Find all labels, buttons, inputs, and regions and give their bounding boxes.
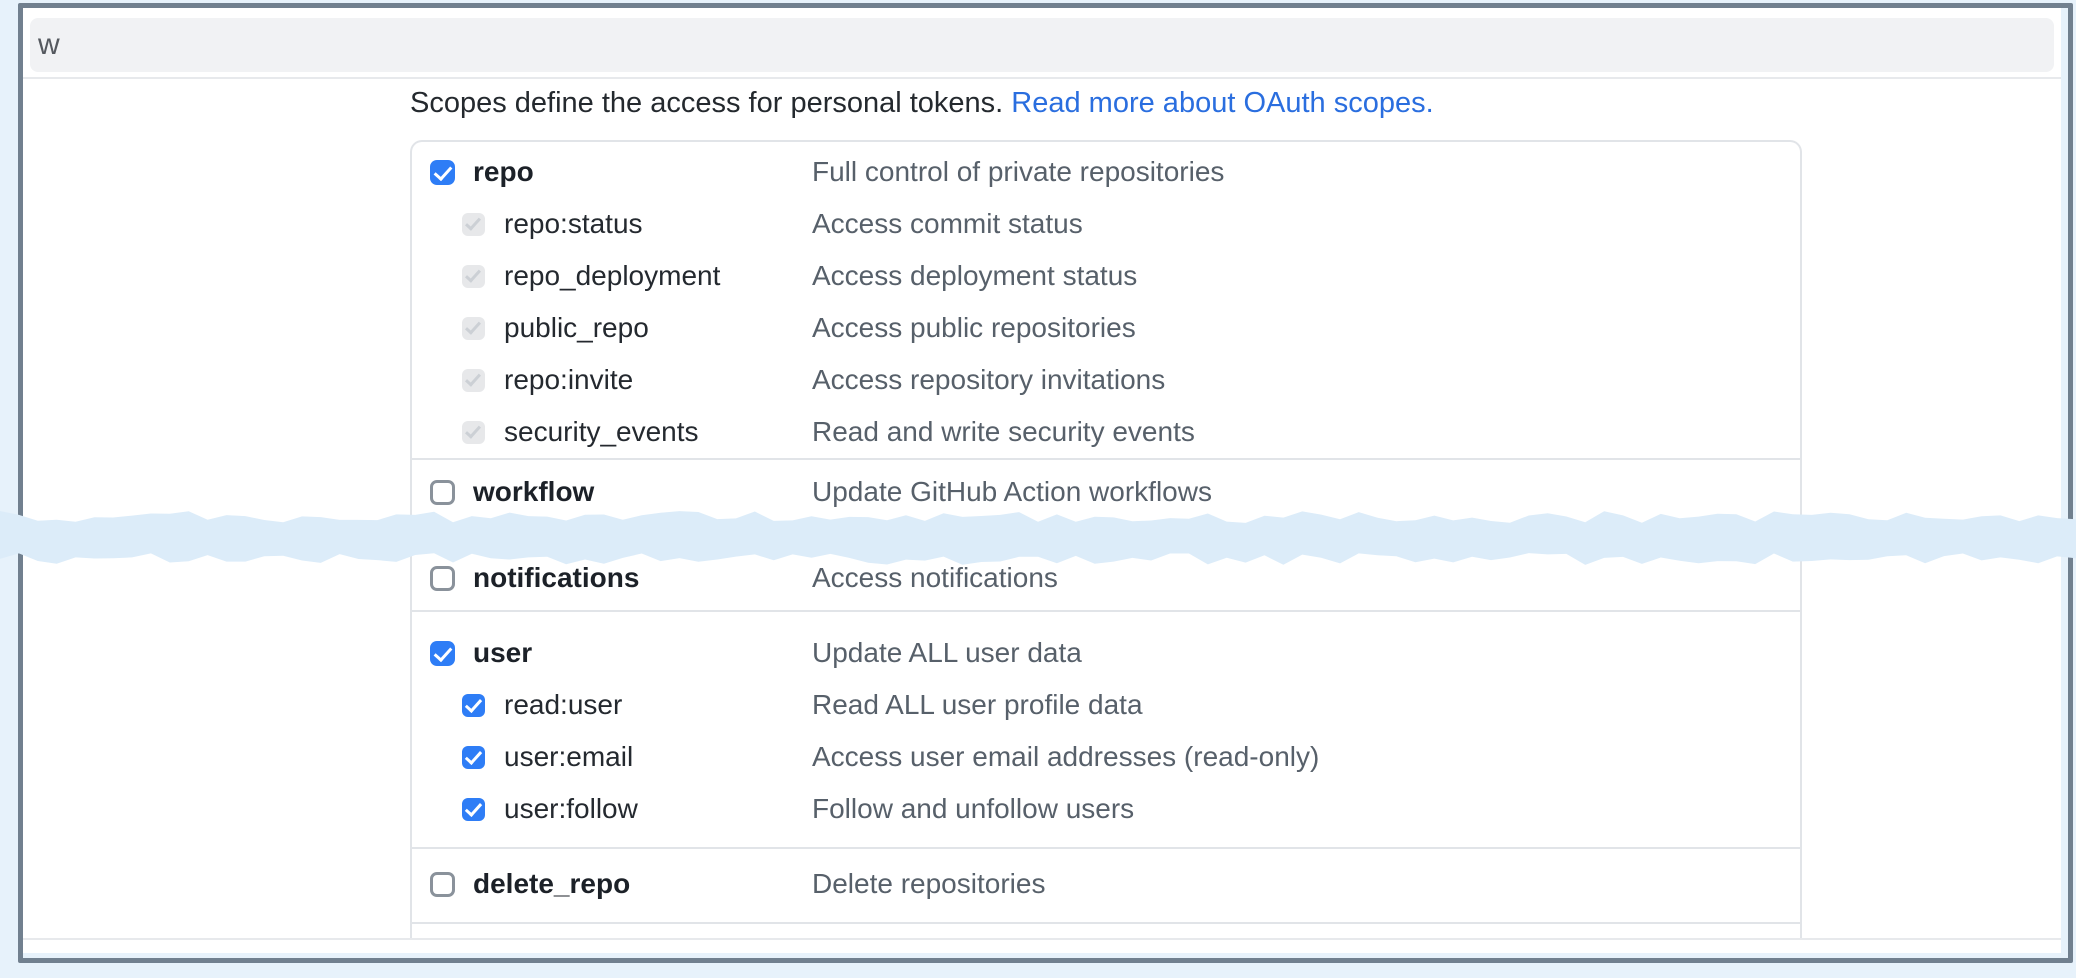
scope-description: Read ALL user profile data: [812, 689, 1143, 721]
scope-description: Access repository invitations: [812, 364, 1165, 396]
scope-description: Update ALL user data: [812, 637, 1082, 669]
scope-group-repo: repo Full control of private repositories…: [412, 142, 1800, 458]
checkbox-user[interactable]: [430, 641, 455, 666]
scope-row-workflow: workflow Update GitHub Action workflows: [412, 466, 1800, 518]
scope-row-delete_repo: delete_repo Delete repositories: [412, 858, 1800, 910]
checkbox-security_events: [462, 421, 485, 444]
scope-description: Access user email addresses (read-only): [812, 741, 1319, 773]
checkbox-repo_deployment: [462, 265, 485, 288]
scope-description: Read and write security events: [812, 416, 1195, 448]
scope-description: Delete repositories: [812, 868, 1045, 900]
scopes-hint: Scopes define the access for personal to…: [410, 84, 1434, 122]
scope-row-public_repo: public_repo Access public repositories: [412, 302, 1800, 354]
scope-row-notifications: notifications Access notifications: [412, 552, 1800, 604]
scope-label: security_events: [504, 416, 699, 448]
checkbox-delete_repo[interactable]: [430, 872, 455, 897]
scope-label: notifications: [473, 562, 639, 594]
scope-description: Full control of private repositories: [812, 156, 1224, 188]
scope-row-repo_deployment: repo_deployment Access deployment status: [412, 250, 1800, 302]
scope-description: Access public repositories: [812, 312, 1136, 344]
scope-row-read:user: read:user Read ALL user profile data: [412, 679, 1800, 731]
checkbox-repo:invite: [462, 369, 485, 392]
scope-row-user: user Update ALL user data: [412, 627, 1800, 679]
scope-label: user:follow: [504, 793, 638, 825]
scope-row-repo:status: repo:status Access commit status: [412, 198, 1800, 250]
note-input-value: w: [38, 28, 60, 62]
scope-row-repo:invite: repo:invite Access repository invitations: [412, 354, 1800, 406]
checkbox-read:user[interactable]: [462, 694, 485, 717]
scope-label: repo:status: [504, 208, 643, 240]
scope-row-repo: repo Full control of private repositories: [412, 146, 1800, 198]
scope-row-cutoff: [412, 922, 1800, 938]
browser-window: w Scopes define the access for personal …: [23, 8, 2061, 953]
content-bottom-divider: [23, 938, 2061, 940]
scope-label: delete_repo: [473, 868, 630, 900]
checkbox-user:follow[interactable]: [462, 798, 485, 821]
scope-group-notifications: notifications Access notifications: [412, 524, 1800, 610]
scope-row-user:follow: user:follow Follow and unfollow users: [412, 783, 1800, 835]
scope-group-workflow: workflow Update GitHub Action workflows: [412, 458, 1800, 524]
note-input[interactable]: w: [30, 18, 2054, 72]
scope-description: Access commit status: [812, 208, 1083, 240]
scope-group-user: user Update ALL user data read:user Read AL…: [412, 610, 1800, 847]
scope-description: Access deployment status: [812, 260, 1137, 292]
scope-row-security_events: security_events Read and write security e…: [412, 406, 1800, 458]
checkbox-public_repo: [462, 317, 485, 340]
scopes-hint-text: Scopes define the access for personal to…: [410, 87, 1011, 119]
scope-groups: repo Full control of private repositories…: [412, 142, 1800, 922]
checkbox-user:email[interactable]: [462, 746, 485, 769]
scope-label: user: [473, 637, 532, 669]
checkbox-repo[interactable]: [430, 160, 455, 185]
oauth-scopes-link[interactable]: Read more about OAuth scopes.: [1011, 87, 1433, 119]
scopes-box: repo Full control of private repositories…: [410, 140, 1802, 938]
scope-description: Update GitHub Action workflows: [812, 476, 1212, 508]
scope-description: Access notifications: [812, 562, 1058, 594]
scope-label: repo:invite: [504, 364, 633, 396]
scope-label: repo_deployment: [504, 260, 720, 292]
scope-group-delete_repo: delete_repo Delete repositories: [412, 847, 1800, 922]
checkbox-repo:status: [462, 213, 485, 236]
topbar-divider: [23, 77, 2061, 79]
scope-description: Follow and unfollow users: [812, 793, 1134, 825]
checkbox-notifications[interactable]: [430, 566, 455, 591]
scope-label: public_repo: [504, 312, 649, 344]
scope-label: workflow: [473, 476, 594, 508]
scope-label: repo: [473, 156, 534, 188]
scope-label: read:user: [504, 689, 622, 721]
scope-label: user:email: [504, 741, 633, 773]
checkbox-workflow[interactable]: [430, 480, 455, 505]
scope-row-user:email: user:email Access user email addresses (r…: [412, 731, 1800, 783]
